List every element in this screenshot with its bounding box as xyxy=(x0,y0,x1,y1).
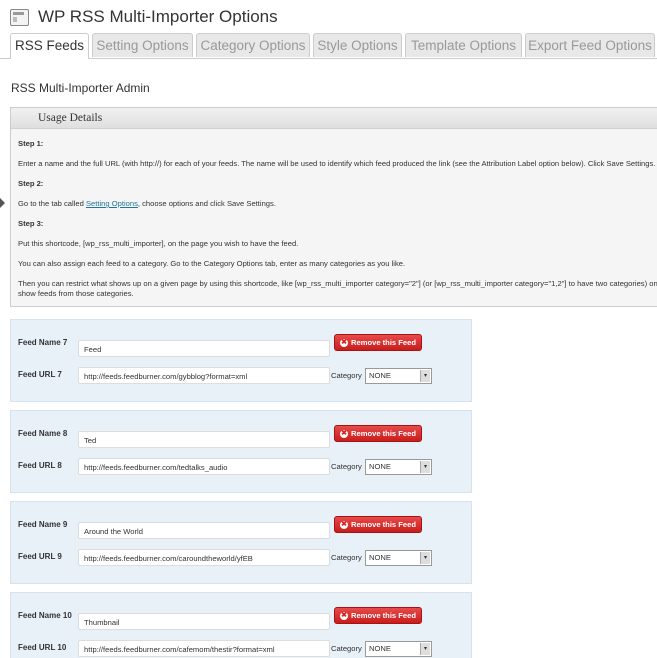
feed-url-label: Feed URL 7 xyxy=(18,370,62,379)
remove-feed-button[interactable]: ✖ Remove this Feed xyxy=(334,425,422,442)
category-label: Category xyxy=(331,371,362,380)
feed-name-input[interactable]: Around the World xyxy=(78,522,330,539)
usage-details-panel: Usage Details Step 1: Enter a name and t… xyxy=(10,107,657,307)
remove-x-icon: ✖ xyxy=(340,521,348,529)
step3-shortcode-text-2: show feeds from those categories. xyxy=(18,289,134,298)
category-select[interactable]: NONE ▾ xyxy=(365,459,432,475)
category-select[interactable]: NONE ▾ xyxy=(365,368,432,384)
tab-export-feed-options[interactable]: Export Feed Options xyxy=(525,33,655,57)
feed-name-input[interactable]: Ted xyxy=(78,431,330,448)
category-select[interactable]: NONE ▾ xyxy=(365,641,432,657)
remove-x-icon: ✖ xyxy=(340,430,348,438)
page-title: WP RSS Multi-Importer Options xyxy=(38,7,278,26)
step3-title: Step 3: xyxy=(18,219,44,228)
step1-title: Step 1: xyxy=(18,139,44,148)
tab-bar: RSS Feeds Setting Options Category Optio… xyxy=(0,33,657,59)
select-arrow-icon: ▾ xyxy=(420,552,430,564)
feed-url-label: Feed URL 9 xyxy=(18,552,62,561)
settings-page-icon xyxy=(10,8,29,26)
step3-shortcode-text: Then you can restrict what shows up on a… xyxy=(18,279,657,288)
category-select[interactable]: NONE ▾ xyxy=(365,550,432,566)
page-header: WP RSS Multi-Importer Options xyxy=(10,6,278,28)
step3-category-text: You can also assign each feed to a categ… xyxy=(18,259,406,268)
step2-text: Go to the tab called Setting Options, ch… xyxy=(18,199,276,208)
feed-entry: Feed Name 7 Feed ✖ Remove this Feed Feed … xyxy=(10,319,472,402)
remove-feed-button[interactable]: ✖ Remove this Feed xyxy=(334,334,422,351)
feed-name-label: Feed Name 10 xyxy=(18,611,72,620)
feed-url-label: Feed URL 10 xyxy=(18,643,67,652)
feed-entry: Feed Name 10 Thumbnail ✖ Remove this Feed… xyxy=(10,592,472,658)
category-label: Category xyxy=(331,644,362,653)
feed-entry: Feed Name 9 Around the World ✖ Remove thi… xyxy=(10,501,472,584)
tab-rss-feeds[interactable]: RSS Feeds xyxy=(10,33,89,59)
tab-style-options[interactable]: Style Options xyxy=(313,33,402,57)
feed-name-label: Feed Name 7 xyxy=(18,338,68,347)
admin-title: RSS Multi-Importer Admin xyxy=(11,81,150,95)
tab-category-options[interactable]: Category Options xyxy=(196,33,310,57)
feed-url-input[interactable]: http://feeds.feedburner.com/gybblog?form… xyxy=(78,367,330,384)
select-arrow-icon: ▾ xyxy=(420,461,430,473)
remove-x-icon: ✖ xyxy=(340,339,348,347)
usage-details-heading[interactable]: Usage Details xyxy=(11,108,657,129)
feed-url-input[interactable]: http://feeds.feedburner.com/cafemom/thes… xyxy=(78,640,330,657)
step2-title: Step 2: xyxy=(18,179,44,188)
remove-feed-button[interactable]: ✖ Remove this Feed xyxy=(334,607,422,624)
feed-name-input[interactable]: Feed xyxy=(78,340,330,357)
select-arrow-icon: ▾ xyxy=(420,643,430,655)
tab-setting-options[interactable]: Setting Options xyxy=(92,33,193,57)
step3-text: Put this shortcode, [wp_rss_multi_import… xyxy=(18,239,299,248)
feed-name-label: Feed Name 9 xyxy=(18,520,68,529)
category-label: Category xyxy=(331,553,362,562)
feed-entry: Feed Name 8 Ted ✖ Remove this Feed Feed U… xyxy=(10,410,472,493)
category-label: Category xyxy=(331,462,362,471)
remove-x-icon: ✖ xyxy=(340,612,348,620)
setting-options-link[interactable]: Setting Options xyxy=(86,199,138,208)
feed-name-input[interactable]: Thumbnail xyxy=(78,613,330,630)
remove-feed-button[interactable]: ✖ Remove this Feed xyxy=(334,516,422,533)
tab-template-options[interactable]: Template Options xyxy=(405,33,522,57)
feed-url-input[interactable]: http://feeds.feedburner.com/tedtalks_aud… xyxy=(78,458,330,475)
usage-details-body: Step 1: Enter a name and the full URL (w… xyxy=(11,129,657,309)
feed-name-label: Feed Name 8 xyxy=(18,429,68,438)
step1-text: Enter a name and the full URL (with http… xyxy=(18,159,656,168)
feed-url-input[interactable]: http://feeds.feedburner.com/caroundthewo… xyxy=(78,549,330,566)
select-arrow-icon: ▾ xyxy=(420,370,430,382)
collapse-arrow-icon[interactable] xyxy=(0,198,5,208)
feed-url-label: Feed URL 8 xyxy=(18,461,62,470)
